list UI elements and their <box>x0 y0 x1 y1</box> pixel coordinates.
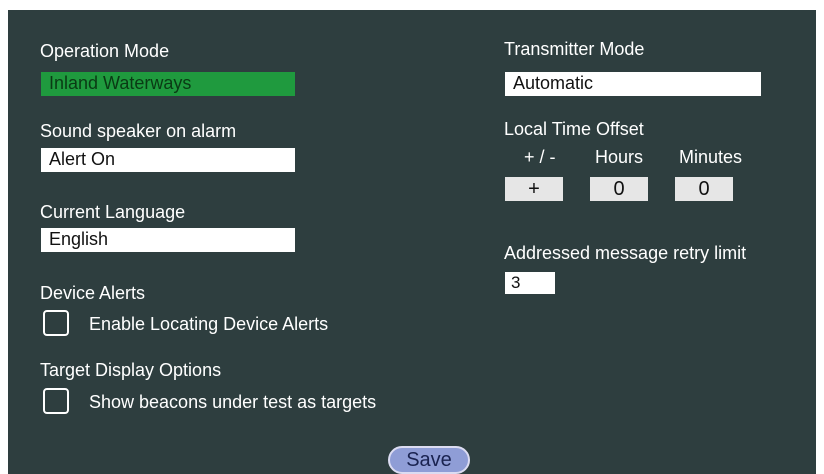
settings-panel: Operation Mode Inland Waterways Sound sp… <box>8 10 816 474</box>
sign-selector[interactable]: + <box>505 177 563 201</box>
current-language-dropdown[interactable]: English <box>41 228 295 252</box>
hours-header: Hours <box>595 147 644 167</box>
operation-mode-dropdown[interactable]: Inland Waterways <box>41 72 295 96</box>
sound-speaker-dropdown[interactable]: Alert On <box>41 148 295 172</box>
transmitter-mode-label: Transmitter Mode <box>504 39 645 59</box>
show-beacons-checkbox[interactable] <box>43 388 69 414</box>
enable-locating-alerts-label[interactable]: Enable Locating Device Alerts <box>89 313 328 335</box>
operation-mode-label: Operation Mode <box>40 41 170 61</box>
sound-speaker-label: Sound speaker on alarm <box>40 121 237 141</box>
target-display-label: Target Display Options <box>40 360 222 380</box>
current-language-label: Current Language <box>40 202 186 222</box>
device-alerts-label: Device Alerts <box>40 283 146 303</box>
minutes-field[interactable]: 0 <box>675 177 733 201</box>
save-button[interactable]: Save <box>388 446 470 474</box>
enable-locating-alerts-checkbox[interactable] <box>43 310 69 336</box>
sign-header: + / - <box>524 147 556 167</box>
hours-field[interactable]: 0 <box>590 177 648 201</box>
show-beacons-label[interactable]: Show beacons under test as targets <box>89 391 376 413</box>
local-time-offset-label: Local Time Offset <box>504 119 644 139</box>
retry-limit-field[interactable]: 3 <box>505 272 555 294</box>
transmitter-mode-dropdown[interactable]: Automatic <box>505 72 761 96</box>
minutes-header: Minutes <box>679 147 743 167</box>
retry-limit-label: Addressed message retry limit <box>504 243 747 263</box>
